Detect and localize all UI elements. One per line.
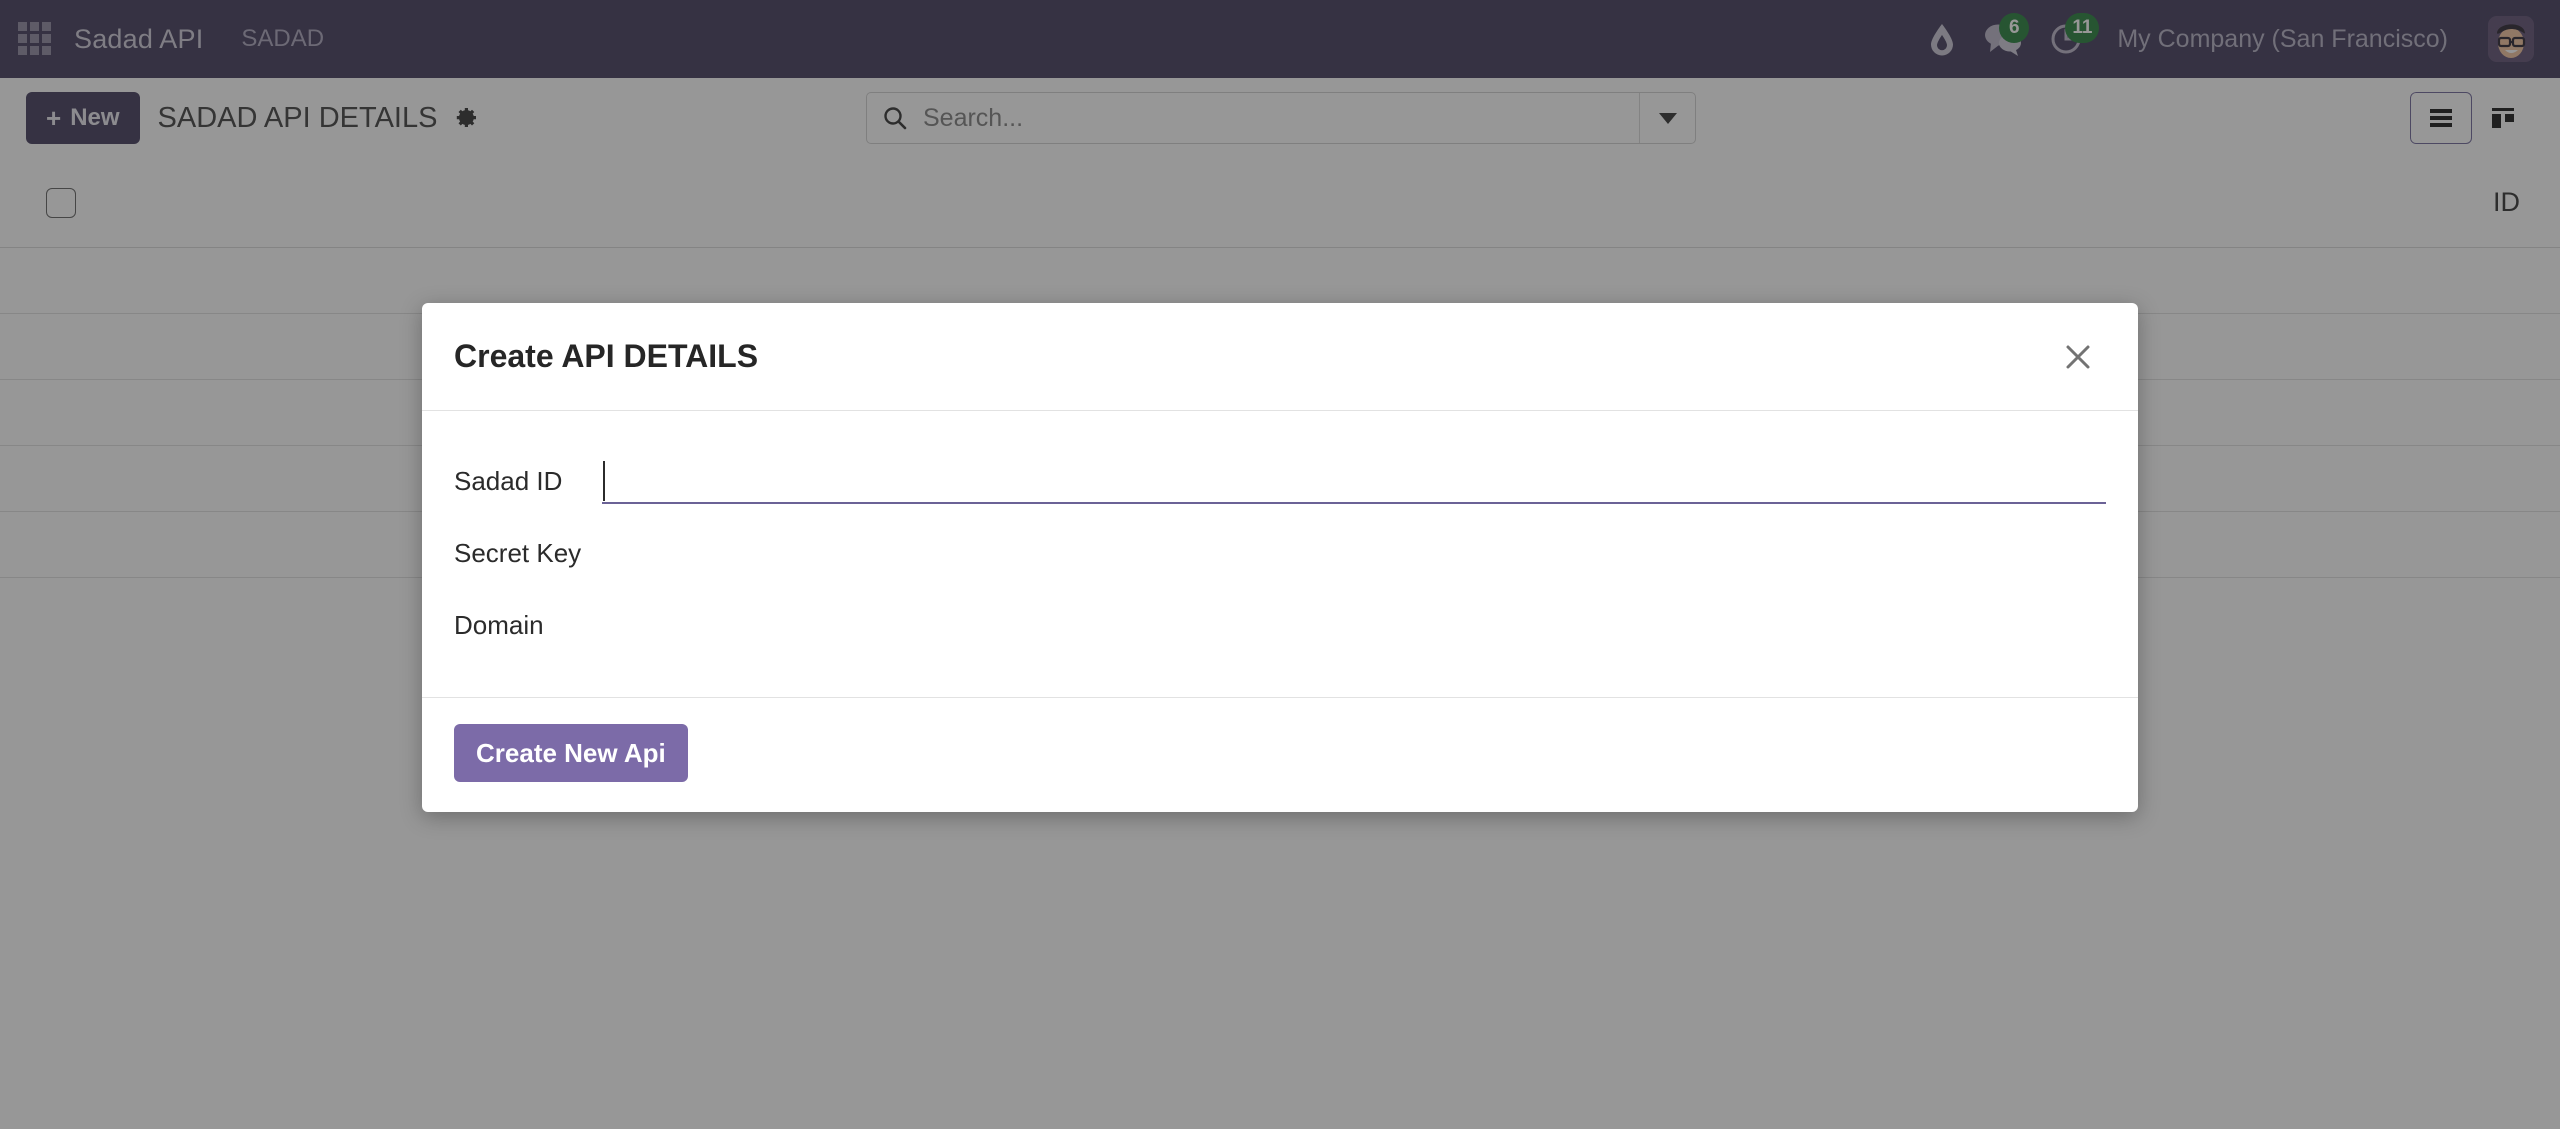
sadad-id-label: Sadad ID <box>454 465 563 496</box>
dialog-title: Create API DETAILS <box>454 338 759 374</box>
domain-label: Domain <box>454 609 544 640</box>
field-row-domain: Domain <box>454 589 2106 661</box>
sadad-id-input[interactable] <box>602 458 2106 504</box>
secret-key-input[interactable] <box>602 530 2106 576</box>
dialog-header: Create API DETAILS <box>422 303 2138 411</box>
secret-key-control <box>602 530 2106 576</box>
secret-key-label: Secret Key <box>454 537 582 568</box>
field-row-sadad-id: Sadad ID <box>454 445 2106 517</box>
dialog-body: Sadad ID Secret Key Domain <box>422 411 2138 698</box>
field-row-secret-key: Secret Key <box>454 517 2106 589</box>
create-api-dialog: Create API DETAILS Sadad ID Secret Key D… <box>422 303 2138 812</box>
sadad-id-control <box>602 458 2106 504</box>
domain-input[interactable] <box>602 602 2106 648</box>
close-icon[interactable] <box>2056 335 2100 379</box>
domain-control <box>602 602 2106 648</box>
create-new-api-button[interactable]: Create New Api <box>454 724 688 782</box>
dialog-footer: Create New Api <box>422 698 2138 812</box>
text-cursor <box>603 461 605 501</box>
